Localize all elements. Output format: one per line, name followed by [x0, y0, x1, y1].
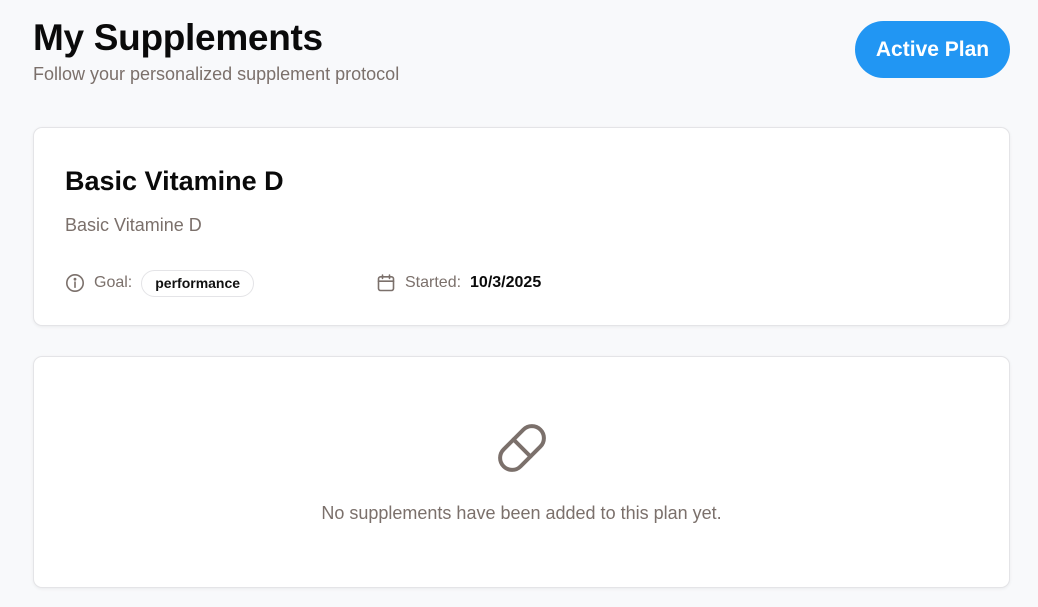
- pill-icon: [492, 418, 552, 478]
- plan-goal: Goal: performance: [65, 269, 255, 297]
- active-plan-badge[interactable]: Active Plan: [855, 21, 1010, 78]
- calendar-icon: [376, 273, 396, 293]
- started-date: 10/3/2025: [470, 274, 542, 291]
- goal-label: Goal:: [94, 274, 133, 291]
- started-label: Started:: [405, 274, 462, 291]
- empty-message: No supplements have been added to this p…: [321, 503, 722, 523]
- page-header: My Supplements Follow your personalized …: [33, 16, 399, 86]
- supplements-empty-state: No supplements have been added to this p…: [33, 356, 1010, 588]
- plan-description: Basic Vitamine D: [65, 215, 202, 235]
- goal-badge: performance: [141, 269, 255, 297]
- plan-card: Basic Vitamine D Basic Vitamine D Goal: …: [33, 127, 1010, 326]
- plan-started: Started: 10/3/2025: [376, 269, 541, 297]
- page-subtitle: Follow your personalized supplement prot…: [33, 64, 400, 84]
- page-title: My Supplements: [33, 17, 323, 58]
- plan-name: Basic Vitamine D: [65, 166, 284, 196]
- info-icon: [65, 273, 85, 293]
- supplements-page: My Supplements Follow your personalized …: [0, 0, 1038, 607]
